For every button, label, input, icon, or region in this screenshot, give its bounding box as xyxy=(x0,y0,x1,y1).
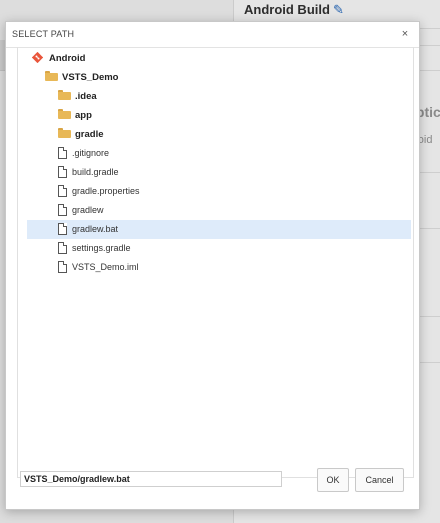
tree-item-label: gradlew xyxy=(72,205,104,215)
tree-item-label: gradle xyxy=(75,129,104,140)
tree-file-row[interactable]: settings.gradle xyxy=(27,239,411,258)
tree-folder-row[interactable]: VSTS_Demo xyxy=(27,68,411,87)
tree-item-label: .gitignore xyxy=(72,148,110,158)
close-icon: × xyxy=(401,28,409,40)
tree-item-label: gradle.properties xyxy=(72,186,140,196)
tree-item-label: gradlew.bat xyxy=(72,224,119,234)
folder-icon xyxy=(58,128,71,140)
tree-item-label: .idea xyxy=(75,91,97,102)
folder-icon xyxy=(58,109,71,121)
ok-button[interactable]: OK xyxy=(317,468,349,492)
tree-folder-row[interactable]: .idea xyxy=(27,87,411,106)
dialog-header: SELECT PATH × xyxy=(6,22,419,48)
tree-item-label: VSTS_Demo.iml xyxy=(72,262,139,272)
tree-folder-row[interactable]: Android xyxy=(27,49,411,68)
file-icon xyxy=(58,166,67,180)
tree-item-label: settings.gradle xyxy=(72,243,131,253)
file-icon xyxy=(58,185,67,199)
select-path-dialog: SELECT PATH × Android VSTS_Demo .idea app gr… xyxy=(5,21,420,510)
tree-folder-row[interactable]: gradle xyxy=(27,125,411,144)
tree-file-row[interactable]: VSTS_Demo.iml xyxy=(27,258,411,277)
path-input[interactable] xyxy=(20,471,282,487)
close-button[interactable]: × xyxy=(399,27,411,41)
tree-item-label: Android xyxy=(49,53,86,64)
git-icon xyxy=(31,51,44,65)
tree-file-row[interactable]: build.gradle xyxy=(27,163,411,182)
tree-item-label: app xyxy=(75,110,92,121)
file-icon xyxy=(58,261,67,275)
tree-item-label: build.gradle xyxy=(72,167,119,177)
tree-file-row[interactable]: .gitignore xyxy=(27,144,411,163)
file-icon xyxy=(58,242,67,256)
tree-file-row[interactable]: gradle.properties xyxy=(27,182,411,201)
tree-folder-row[interactable]: app xyxy=(27,106,411,125)
cancel-button[interactable]: Cancel xyxy=(355,468,404,492)
folder-icon xyxy=(45,71,58,83)
folder-icon xyxy=(58,90,71,102)
dialog-title: SELECT PATH xyxy=(12,29,75,39)
file-icon xyxy=(58,204,67,218)
file-icon xyxy=(58,147,67,161)
file-icon xyxy=(58,223,67,237)
path-tree: Android VSTS_Demo .idea app gradle .gitignore… xyxy=(17,47,414,478)
tree-file-row[interactable]: gradlew.bat xyxy=(27,220,411,239)
tree-file-row[interactable]: gradlew xyxy=(27,201,411,220)
tree-item-label: VSTS_Demo xyxy=(62,72,119,83)
